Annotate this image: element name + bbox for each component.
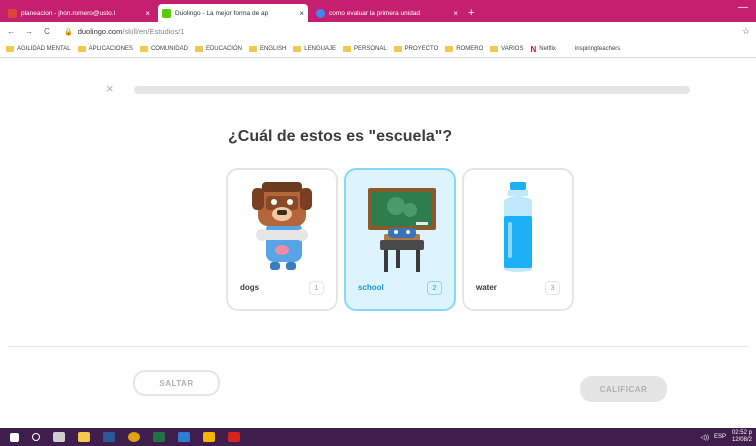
folder-icon [342, 46, 351, 52]
lesson-progress-bar [134, 86, 690, 94]
acrobat-icon[interactable] [228, 432, 240, 442]
tab-close-icon[interactable]: × [145, 9, 150, 18]
folder-icon [194, 46, 203, 52]
bookmark-label: ENGLISH [259, 46, 287, 52]
gmail-icon [8, 8, 17, 18]
choice-label: dogs [240, 283, 260, 292]
bookmark-folder[interactable]: AGILIDAD MENTAL [6, 46, 71, 52]
dog-illustration-icon [252, 182, 312, 270]
sticky-notes-icon[interactable] [203, 432, 215, 442]
netflix-icon: N [530, 44, 537, 54]
clock[interactable]: 02:52 p 12/08/2 [732, 430, 752, 444]
choice-card-water[interactable]: water 3 [462, 168, 574, 311]
new-tab-button[interactable]: + [468, 4, 474, 22]
word-icon[interactable] [103, 432, 115, 442]
school-illustration-icon [368, 188, 436, 272]
question-prompt: ¿Cuál de estos es "escuela"? [228, 128, 453, 145]
bookmark-link[interactable]: inspiringteachers [575, 46, 620, 52]
bookmark-label: EDUCACIÓN [205, 46, 242, 52]
bookmark-folder[interactable]: ROMERO [445, 46, 483, 52]
choice-number-badge: 2 [427, 281, 442, 295]
tab-close-icon[interactable]: × [453, 9, 458, 18]
file-explorer-icon[interactable] [78, 432, 90, 442]
bookmark-label: VARIOS [501, 46, 524, 52]
system-tray: ◁)) ESP 02:52 p 12/08/2 [700, 430, 752, 444]
choice-label: school [358, 283, 384, 292]
folder-icon [139, 46, 148, 52]
bookmark-netflix[interactable]: N Netflix [530, 45, 555, 54]
close-lesson-icon[interactable]: × [106, 81, 114, 96]
choice-label: water [476, 283, 497, 292]
bookmark-label: APLICACIONES [88, 46, 133, 52]
url-field[interactable]: duolingo.com/skill/en/Estudios/1 [78, 27, 185, 36]
minimize-button[interactable]: — [738, 2, 748, 13]
keyboard-language[interactable]: ESP [714, 434, 726, 440]
choice-number-badge: 1 [309, 281, 324, 295]
folder-icon [490, 46, 499, 52]
back-icon[interactable]: ← [4, 27, 18, 36]
folder-icon [293, 46, 302, 52]
folder-icon [393, 46, 402, 52]
volume-icon[interactable]: ◁)) [700, 434, 709, 441]
bookmark-folder[interactable]: PROYECTO [393, 46, 439, 52]
tab-close-icon[interactable]: × [299, 9, 304, 18]
bookmark-label: ROMERO [456, 46, 484, 52]
bookmark-folder[interactable]: ENGLISH [248, 46, 287, 52]
folder-icon [445, 46, 454, 52]
bookmark-star-icon[interactable]: ☆ [742, 26, 750, 37]
check-button[interactable]: CALIFICAR [580, 376, 667, 402]
tab-title: Duolingo - La mejor forma de ap [175, 9, 269, 17]
bookmarks-bar: AGILIDAD MENTAL APLICACIONES COMUNIDAD E… [0, 41, 756, 58]
bookmark-label: PROYECTO [404, 46, 439, 52]
bookmark-label: inspiringteachers [574, 46, 621, 52]
folder-icon [6, 46, 14, 52]
bookmark-label: LENGUAJE [304, 46, 336, 52]
bookmark-folder[interactable]: COMUNIDAD [139, 46, 188, 52]
bookmark-folder[interactable]: VARIOS [490, 46, 523, 52]
duolingo-icon [162, 8, 171, 18]
folder-icon [248, 46, 257, 52]
bookmark-label: COMUNIDAD [150, 46, 188, 52]
bookmark-folder[interactable]: LENGUAJE [293, 46, 336, 52]
tab-title: planeacion - jhon.romero@usto.l [21, 9, 116, 17]
tab-duolingo[interactable]: Duolingo - La mejor forma de ap × [158, 4, 308, 22]
calculator-icon[interactable] [53, 432, 65, 442]
forward-icon[interactable]: → [22, 27, 36, 36]
url-path: /skill/en/Estudios/1 [122, 27, 185, 36]
tab-gmail[interactable]: planeacion - jhon.romero@usto.l × [4, 4, 154, 22]
choice-card-dogs[interactable]: dogs 1 [226, 168, 338, 311]
windows-taskbar: ◁)) ESP 02:52 p 12/08/2 [0, 428, 756, 446]
address-bar: ← → C 🔒 duolingo.com/skill/en/Estudios/1… [0, 22, 756, 41]
bookmark-label: AGILIDAD MENTAL [17, 46, 71, 52]
search-icon[interactable] [32, 433, 40, 441]
bookmark-folder[interactable]: PERSONAL [342, 46, 387, 52]
bookmark-folder[interactable]: EDUCACIÓN [194, 46, 242, 52]
bookmark-label: PERSONAL [353, 46, 387, 52]
water-bottle-icon [504, 182, 532, 272]
tab-title: como evaluar la primera unidad [329, 9, 421, 17]
choice-number-badge: 3 [545, 281, 560, 295]
bookmark-label: Netflix [539, 46, 556, 52]
folder-icon [77, 46, 86, 52]
skip-button[interactable]: SALTAR [133, 370, 220, 396]
media-player-icon[interactable] [178, 432, 190, 442]
chrome-icon[interactable] [128, 432, 140, 442]
tab-google-search[interactable]: como evaluar la primera unidad × [312, 4, 462, 22]
excel-icon[interactable] [153, 432, 165, 442]
choice-card-school[interactable]: school 2 [344, 168, 456, 311]
browser-tab-bar: planeacion - jhon.romero@usto.l × Duolin… [0, 0, 756, 22]
google-icon [316, 8, 325, 18]
url-host: duolingo.com [77, 27, 123, 36]
footer-divider [8, 346, 748, 347]
windows-start-icon[interactable] [10, 432, 19, 442]
lock-icon: 🔒 [64, 28, 73, 36]
clock-date: 12/08/2 [731, 437, 752, 443]
clock-time: 02:52 p [731, 430, 752, 436]
reload-icon[interactable]: C [40, 27, 54, 36]
bookmark-folder[interactable]: APLICACIONES [77, 46, 133, 52]
